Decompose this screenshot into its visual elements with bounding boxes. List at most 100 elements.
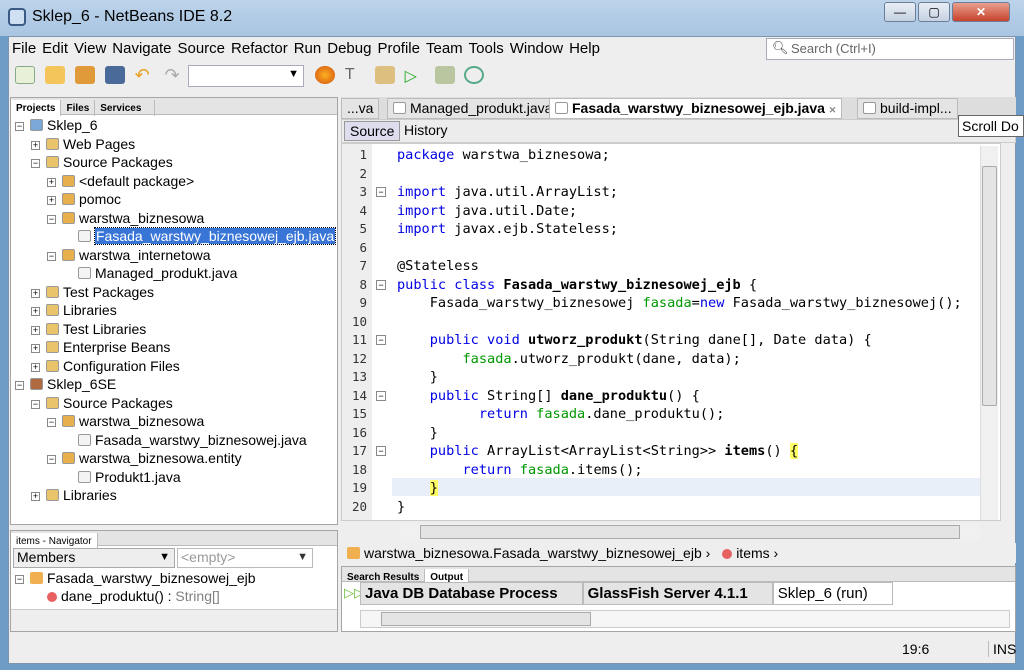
code-line[interactable]: import java.util.ArrayList; — [397, 183, 618, 201]
undo-icon[interactable]: ↶ — [135, 66, 155, 84]
expand-toggle-icon[interactable]: + — [31, 344, 40, 353]
tab-services[interactable]: Services — [95, 100, 156, 116]
tree-item[interactable]: − warstwa_internetowa — [47, 246, 211, 264]
source-button[interactable]: Source — [344, 121, 401, 141]
tab-projects[interactable]: Projects — [11, 100, 62, 116]
profile-icon[interactable] — [464, 66, 485, 84]
editor-tab[interactable]: ...va — [341, 98, 380, 119]
build-hammer-icon[interactable]: T — [345, 66, 365, 84]
tree-item[interactable]: + pomoc — [47, 190, 121, 208]
code-line[interactable]: } — [397, 424, 438, 442]
expand-toggle-icon[interactable]: + — [31, 492, 40, 501]
tree-item[interactable]: − warstwa_biznesowa — [47, 209, 204, 227]
menu-view[interactable]: View — [74, 40, 106, 57]
tree-item[interactable]: Fasada_warstwy_biznesowej_ejb.java — [63, 227, 337, 245]
menu-file[interactable]: File — [12, 40, 36, 57]
tree-item[interactable]: − warstwa_biznesowa — [47, 412, 204, 430]
tree-item[interactable]: − Source Packages — [31, 394, 173, 412]
tree-item[interactable]: Managed_produkt.java — [63, 264, 237, 282]
menu-source[interactable]: Source — [177, 40, 225, 57]
expand-toggle-icon[interactable]: − — [47, 251, 56, 261]
menu-team[interactable]: Team — [426, 40, 463, 57]
new-file-icon[interactable] — [15, 66, 35, 84]
fold-toggle-icon[interactable]: − — [376, 446, 386, 456]
horizontal-scrollbar[interactable] — [400, 524, 980, 540]
configuration-combo[interactable]: ▼ — [188, 65, 304, 87]
run-icon[interactable]: ▷ — [405, 66, 425, 85]
vertical-scrollbar[interactable] — [980, 146, 998, 520]
tree-item[interactable]: Fasada_warstwy_biznesowej.java — [63, 431, 307, 449]
code-line[interactable]: return fasada.items(); — [397, 461, 642, 479]
clean-build-icon[interactable] — [374, 66, 395, 84]
tree-item[interactable]: − Source Packages — [31, 153, 173, 171]
code-line[interactable]: fasada.utworz_produkt(dane, data); — [397, 350, 740, 368]
expand-toggle-icon[interactable]: − — [31, 399, 40, 409]
save-all-icon[interactable] — [104, 66, 125, 84]
subtab-javadb[interactable]: Java DB Database Process — [360, 582, 583, 605]
code-line[interactable]: public class Fasada_warstwy_biznesowej_e… — [397, 276, 757, 294]
subtab-sklep6-run[interactable]: Sklep_6 (run) — [772, 582, 893, 605]
tree-item[interactable]: − Sklep_6 — [15, 116, 98, 134]
tree-item[interactable]: Produkt1.java — [63, 468, 181, 486]
menu-profile[interactable]: Profile — [377, 40, 420, 57]
expand-toggle-icon[interactable]: + — [47, 177, 56, 187]
close-button[interactable]: ✕ — [952, 2, 1010, 22]
breadcrumb-class[interactable]: warstwa_biznesowa.Fasada_warstwy_bizneso… — [364, 545, 702, 561]
expand-toggle-icon[interactable]: − — [31, 159, 40, 168]
tree-item[interactable]: − warstwa_biznesowa.entity — [47, 449, 242, 467]
menu-navigate[interactable]: Navigate — [112, 40, 171, 57]
navigator-item-method[interactable]: dane_produktu() : String[] — [47, 588, 220, 604]
code-line[interactable]: @Stateless — [397, 257, 479, 275]
expand-toggle-icon[interactable]: − — [15, 122, 24, 131]
fold-toggle-icon[interactable]: − — [376, 335, 386, 345]
editor-tab[interactable]: Fasada_warstwy_biznesowej_ejb.java ✕ — [549, 98, 843, 119]
tree-item[interactable]: + Libraries — [31, 301, 117, 319]
redo-icon[interactable]: ↷ — [164, 66, 184, 84]
members-select[interactable]: Members ▼ — [13, 548, 175, 568]
debug-icon[interactable] — [434, 66, 455, 84]
filter-select[interactable]: <empty> ▼ — [177, 548, 313, 568]
tree-item[interactable]: + Libraries — [31, 486, 117, 504]
browser-icon[interactable] — [315, 66, 335, 84]
fold-toggle-icon[interactable]: − — [376, 279, 386, 290]
expand-toggle-icon[interactable]: + — [31, 288, 40, 298]
editor-tab[interactable]: build-impl... — [857, 98, 958, 119]
open-project-icon[interactable] — [74, 66, 95, 84]
expand-toggle-icon[interactable]: + — [31, 307, 40, 316]
breadcrumb-method[interactable]: items — [736, 545, 769, 561]
code-line[interactable]: package warstwa_biznesowa; — [397, 146, 610, 164]
tree-item[interactable]: + Test Packages — [31, 283, 154, 301]
code-line[interactable]: Fasada_warstwy_biznesowej fasada=new Fas… — [397, 294, 962, 312]
menu-window[interactable]: Window — [510, 40, 563, 57]
subtab-glassfish[interactable]: GlassFish Server 4.1.1 — [582, 582, 773, 605]
history-button[interactable]: History — [404, 122, 448, 138]
minimize-button[interactable]: — — [884, 2, 916, 22]
maximize-button[interactable]: ▢ — [918, 2, 950, 22]
navigator-item-class[interactable]: − Fasada_warstwy_biznesowej_ejb — [15, 570, 256, 586]
output-hscrollbar[interactable] — [360, 610, 1010, 628]
search-input[interactable]: 🔍︎ Search (Ctrl+I) — [766, 38, 1014, 60]
menu-tools[interactable]: Tools — [469, 40, 504, 57]
code-line[interactable]: } — [397, 479, 438, 497]
menu-refactor[interactable]: Refactor — [231, 40, 288, 57]
tree-item[interactable]: − Sklep_6SE — [15, 375, 116, 393]
expand-toggle-icon[interactable]: − — [47, 455, 56, 464]
fold-toggle-icon[interactable]: − — [376, 187, 386, 197]
menu-help[interactable]: Help — [569, 40, 600, 57]
editor-tab[interactable]: Managed_produkt.java ✕ — [387, 98, 570, 119]
menu-edit[interactable]: Edit — [42, 40, 68, 57]
expand-toggle-icon[interactable]: + — [47, 196, 56, 205]
expand-toggle-icon[interactable]: + — [31, 362, 40, 372]
code-line[interactable]: } — [397, 498, 405, 516]
expand-toggle-icon[interactable]: − — [47, 418, 56, 427]
expand-toggle-icon[interactable]: + — [31, 140, 40, 150]
new-project-icon[interactable] — [44, 66, 65, 84]
tree-item[interactable]: + <default package> — [47, 172, 194, 190]
tree-item[interactable]: + Test Libraries — [31, 320, 146, 338]
menu-run[interactable]: Run — [294, 40, 322, 57]
expand-toggle-icon[interactable]: − — [47, 214, 56, 224]
menu-debug[interactable]: Debug — [327, 40, 371, 57]
code-line[interactable]: public String[] dane_produktu() { — [397, 387, 700, 405]
code-line[interactable]: return fasada.dane_produktu(); — [397, 405, 725, 423]
code-line[interactable]: public ArrayList<ArrayList<String>> item… — [397, 442, 799, 460]
